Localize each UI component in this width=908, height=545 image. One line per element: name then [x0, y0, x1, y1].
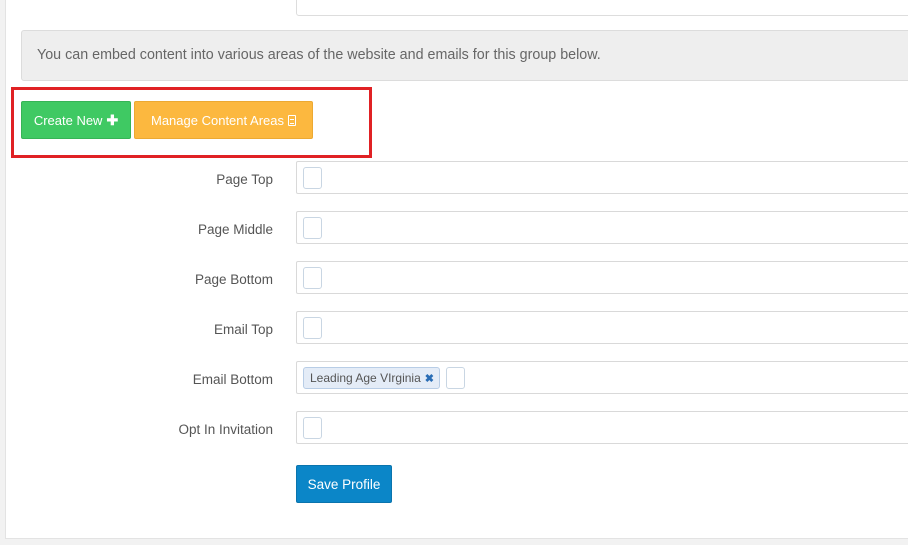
email-top-field[interactable] — [296, 311, 908, 344]
manage-content-areas-label: Manage Content Areas — [151, 112, 284, 128]
create-new-label: Create New — [33, 112, 103, 128]
save-profile-button[interactable]: Save Profile — [296, 465, 392, 503]
label-email-top: Email Top — [213, 322, 273, 337]
page-top-search-input[interactable] — [303, 167, 322, 189]
page-bottom-search-input[interactable] — [303, 267, 322, 289]
top-input-field[interactable]: … — [296, 0, 908, 16]
page-bottom-field[interactable] — [296, 261, 908, 294]
page-middle-field[interactable] — [296, 211, 908, 244]
save-profile-label: Save Profile — [307, 476, 381, 492]
document-icon — [287, 114, 296, 126]
info-alert: You can embed content into various areas… — [21, 30, 908, 81]
manage-content-areas-button[interactable]: Manage Content Areas — [134, 101, 313, 139]
create-new-button[interactable]: Create New ✚ — [21, 101, 131, 139]
email-bottom-search-input[interactable] — [446, 367, 465, 389]
label-page-top: Page Top — [216, 172, 273, 187]
plus-icon: ✚ — [106, 112, 119, 128]
page-top-field[interactable] — [296, 161, 908, 194]
remove-tag-icon[interactable]: ✖ — [425, 372, 434, 385]
email-bottom-field[interactable]: Leading Age VIrginia ✖ — [296, 361, 908, 394]
opt-in-invitation-field[interactable] — [296, 411, 908, 444]
tag-label: Leading Age VIrginia — [310, 371, 421, 385]
label-page-bottom: Page Bottom — [194, 272, 273, 287]
selected-tag: Leading Age VIrginia ✖ — [303, 367, 440, 389]
label-opt-in-invitation: Opt In Invitation — [178, 422, 273, 437]
email-top-search-input[interactable] — [303, 317, 322, 339]
label-page-middle: Page Middle — [197, 222, 273, 237]
page-middle-search-input[interactable] — [303, 217, 322, 239]
label-email-bottom: Email Bottom — [192, 372, 273, 387]
opt-in-invitation-search-input[interactable] — [303, 417, 322, 439]
info-message: You can embed content into various areas… — [37, 47, 601, 63]
